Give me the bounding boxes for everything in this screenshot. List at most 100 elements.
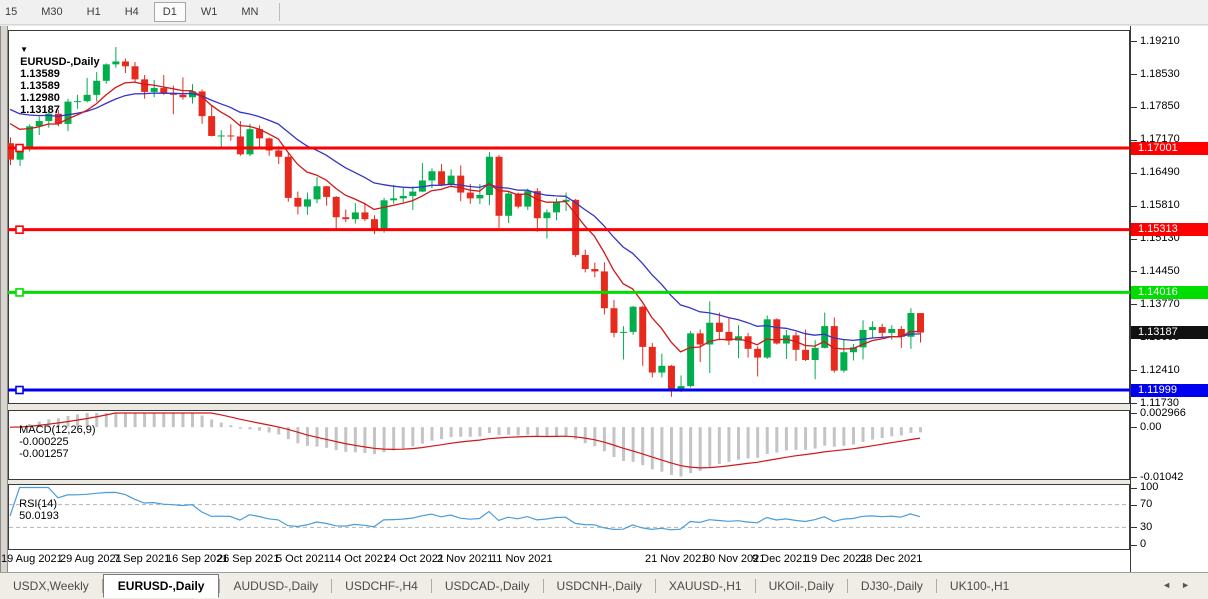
level-handle[interactable] (16, 145, 23, 152)
price-tick (1131, 140, 1137, 141)
tab-uk100-h1[interactable]: UK100-,H1 (937, 575, 1022, 597)
price-axis-label: 1.14450 (1140, 265, 1180, 278)
price-tick (1131, 239, 1137, 240)
tab-usdcnh-daily[interactable]: USDCNH-,Daily (544, 575, 655, 597)
candle (687, 333, 694, 386)
date-label: 19 Dec 2021 (805, 553, 867, 565)
candle (486, 157, 493, 195)
timeframe-button-m30[interactable]: M30 (32, 2, 71, 22)
level-handle[interactable] (16, 387, 23, 394)
candle (888, 329, 895, 333)
toolbar-separator (279, 3, 280, 21)
rsi-value: 50.0193 (19, 510, 59, 522)
level-price-badge: 1.11999 (1131, 384, 1208, 397)
level-handle[interactable] (16, 289, 23, 296)
candle (572, 200, 579, 255)
candle (122, 61, 129, 66)
macd-main-value: -0.000225 (19, 436, 69, 448)
candle (132, 66, 139, 79)
tab-xauusd-h1[interactable]: XAUUSD-,H1 (656, 575, 755, 597)
candle (400, 196, 407, 198)
candle (103, 64, 110, 80)
tab-usdx-weekly[interactable]: USDX,Weekly (0, 575, 102, 597)
level-price-badge: 1.15313 (1131, 223, 1208, 236)
tab-usdcad-daily[interactable]: USDCAD-,Daily (432, 575, 543, 597)
price-tick (1131, 271, 1137, 272)
price-axis-label: 1.15810 (1140, 199, 1180, 212)
date-label: 19 Aug 2021 (1, 553, 63, 565)
tab-ukoil-daily[interactable]: UKOil-,Daily (756, 575, 847, 597)
price-tick (1131, 206, 1137, 207)
tab-scroll-right-button[interactable]: ► (1181, 580, 1200, 590)
candle (534, 191, 541, 218)
level-price-badge: 1.17001 (1131, 142, 1208, 155)
candle (285, 157, 292, 198)
rsi-tick (1131, 527, 1137, 528)
candle (438, 171, 445, 185)
candle (917, 313, 924, 332)
candle (246, 129, 253, 154)
date-label: 11 Nov 2021 (491, 553, 553, 565)
date-label: 29 Aug 2021 (60, 553, 122, 565)
candle (658, 366, 665, 373)
date-label: 14 Oct 2021 (329, 553, 389, 565)
candle (457, 176, 464, 193)
candle (352, 212, 359, 219)
rsi-axis-label: 30 (1140, 521, 1152, 534)
timeframe-button-h4[interactable]: H4 (116, 2, 148, 22)
tab-usdchf-h4[interactable]: USDCHF-,H4 (332, 575, 431, 597)
candle (275, 150, 282, 156)
macd-axis-label: 0.002966 (1140, 407, 1186, 420)
rsi-axis-label: 0 (1140, 538, 1146, 551)
price-tick (1131, 107, 1137, 108)
tab-dj30-daily[interactable]: DJ30-,Daily (848, 575, 936, 597)
candle (151, 88, 158, 92)
candle (582, 255, 589, 269)
time-axis[interactable]: 19 Aug 202129 Aug 20217 Sep 202116 Sep 2… (0, 550, 1130, 572)
timeframe-button-h1[interactable]: H1 (78, 2, 110, 22)
candle (802, 350, 809, 360)
candle (543, 212, 550, 218)
candle (879, 327, 886, 333)
last-price-badge: 1.13187 (1131, 326, 1208, 339)
timeframe-button-d1[interactable]: D1 (154, 2, 186, 22)
price-tick (1131, 41, 1137, 42)
rsi-label: RSI(14) 50.0193 (13, 486, 59, 522)
chart-tab-bar: USDX,WeeklyEURUSD-,DailyAUDUSD-,DailyUSD… (0, 572, 1208, 599)
candle (620, 332, 627, 333)
candle (342, 217, 349, 219)
candle (294, 198, 301, 207)
candle (390, 198, 397, 200)
candle (141, 79, 148, 92)
price-axis-label: 1.12410 (1140, 364, 1180, 377)
macd-tick (1131, 413, 1137, 414)
tab-eurusd-daily[interactable]: EURUSD-,Daily (103, 574, 220, 598)
price-tick (1131, 173, 1137, 174)
ohlc-low: 1.12980 (20, 92, 60, 104)
candle (610, 308, 617, 333)
price-axis-label: 1.19210 (1140, 35, 1180, 48)
candle (697, 333, 704, 344)
timeframe-toolbar: 15 M30 H1 H4 D1 W1MN (0, 0, 1208, 25)
candle (323, 186, 330, 197)
candle (237, 136, 244, 154)
ohlc-high: 1.13589 (20, 80, 60, 92)
timeframe-button-mn[interactable]: MN (232, 2, 267, 22)
timeframe-button-w1[interactable]: W1 (192, 2, 227, 22)
chart-symbol-label: EURUSD-,Daily (20, 56, 99, 68)
macd-axis-label: 0.00 (1140, 421, 1161, 434)
candle (754, 349, 761, 358)
candle (179, 95, 186, 97)
timeframe-button-15[interactable]: 15 (0, 2, 26, 22)
tab-audusd-daily[interactable]: AUDUSD-,Daily (220, 575, 331, 597)
ohlc-close: 1.13187 (20, 104, 60, 116)
price-axis[interactable]: 1.192101.185301.178501.171701.164901.158… (1130, 26, 1208, 572)
candle (428, 171, 435, 180)
price-tick (1131, 74, 1137, 75)
chart-canvas[interactable] (8, 26, 1130, 572)
candle (314, 186, 321, 199)
price-tick (1131, 304, 1137, 305)
level-handle[interactable] (16, 226, 23, 233)
chart-dropdown-icon[interactable]: ▼ (20, 45, 28, 54)
tab-scroll-left-button[interactable]: ◄ (1162, 580, 1181, 590)
